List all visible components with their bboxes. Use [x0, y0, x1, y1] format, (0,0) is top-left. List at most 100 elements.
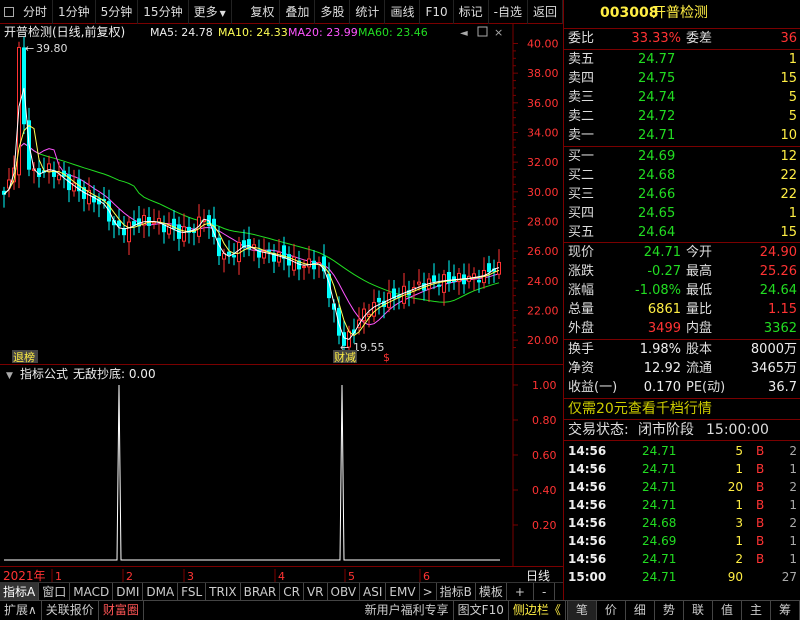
stat-label: 总量 [568, 302, 595, 317]
stat-label: 最低 [686, 283, 713, 298]
dollar-tag[interactable]: $ [383, 351, 390, 364]
stat-value: 8000万 [750, 342, 797, 357]
tab-more[interactable]: 更多 ▼ [189, 0, 232, 24]
multi-stock-button[interactable]: 多股 [315, 0, 351, 24]
overlay-button[interactable]: 叠加 [280, 0, 316, 24]
stock-header: 003008 开普检测 [564, 4, 800, 24]
candle-body [432, 275, 436, 282]
indicator-line [4, 384, 500, 561]
indicator-formula-label[interactable]: 指标公式 [20, 366, 68, 381]
candle-body [277, 251, 281, 263]
f10-button[interactable]: F10 [420, 0, 454, 24]
tab-fsl[interactable]: FSL [178, 583, 207, 600]
kline-chart[interactable]: 40.00 38.00 36.00 34.00 32.00 30.00 28.00 26.00… [0, 24, 563, 364]
tab-macd[interactable]: MACD [70, 583, 114, 600]
ask-row[interactable]: 卖二 24.72 5 [564, 108, 800, 126]
tab-intraday[interactable]: 分时 [18, 0, 54, 24]
chevron-left-icon[interactable]: ◄ [460, 28, 468, 39]
tick-time: 14:56 [568, 444, 607, 458]
y-tick-label: 34.00 [527, 126, 559, 139]
new-user-benefit-link[interactable]: 新用户福利专享 [361, 601, 454, 620]
panel-tab-detail[interactable]: 细 [626, 601, 655, 620]
tick-count: 2 [789, 516, 797, 530]
add-window-button[interactable]: + [507, 583, 534, 600]
expand-button[interactable]: 扩展∧ [0, 601, 42, 620]
stat-value: 1.15 [768, 302, 797, 317]
tick-volume: 90 [727, 570, 743, 584]
related-quotes-button[interactable]: 关联报价 [42, 601, 99, 620]
ask-row[interactable]: 卖一 24.71 10 [564, 127, 800, 145]
bid-label: 买一 [568, 149, 595, 164]
tab-window[interactable]: 窗口 [39, 583, 71, 600]
promo-link[interactable]: 仅需20元查看千档行情 [564, 400, 800, 418]
graphic-f10-button[interactable]: 图文F10 [454, 601, 509, 620]
back-button[interactable]: 返回 [528, 0, 563, 24]
tab-brar[interactable]: BRAR [241, 583, 281, 600]
stat-value: 24.64 [759, 283, 797, 298]
panel-tab-trend[interactable]: 势 [655, 601, 684, 620]
ma60-label: MA60: 23.46 [358, 26, 428, 39]
tab-emv[interactable]: EMV [386, 583, 420, 600]
tab-5min[interactable]: 5分钟 [96, 0, 139, 24]
tab-dmi[interactable]: DMI [113, 583, 144, 600]
tab-indicator-b[interactable]: 指标B [437, 583, 476, 600]
statistics-button[interactable]: 统计 [350, 0, 386, 24]
tab-vr[interactable]: VR [304, 583, 328, 600]
y-tick-label: 28.00 [527, 215, 559, 228]
tab-indicator-a[interactable]: 指标A [0, 583, 40, 600]
bid-price: 24.68 [638, 168, 676, 183]
y-tick-label: 1.00 [532, 379, 557, 392]
tab-trix[interactable]: TRIX [206, 583, 241, 600]
stat-value: 3465万 [750, 361, 797, 376]
panel-tab-price[interactable]: 价 [597, 601, 626, 620]
bid-row[interactable]: 买五 24.64 15 [564, 224, 800, 242]
tick-row: 14:56 24.68 3 B 2 [564, 514, 800, 532]
stat-row: 涨幅 -1.08% 最低 24.64 [564, 282, 800, 300]
tab-dma[interactable]: DMA [143, 583, 179, 600]
restore-rights-button[interactable]: 复权 [245, 0, 281, 24]
event-tag-mid[interactable]: 财减 [334, 350, 356, 364]
bid-row[interactable]: 买一 24.69 12 [564, 148, 800, 166]
panel-tab-value[interactable]: 值 [713, 601, 742, 620]
menu-square-icon[interactable] [4, 6, 14, 17]
tick-bs: B [756, 498, 765, 512]
tab-template[interactable]: 模板 [476, 583, 507, 600]
ask-row[interactable]: 卖三 24.74 5 [564, 89, 800, 107]
ask-volume: 5 [788, 90, 797, 105]
panel-tab-chips[interactable]: 筹 [771, 601, 800, 620]
wealth-circle-button[interactable]: 财富圈 [99, 601, 144, 620]
tab-1min[interactable]: 1分钟 [53, 0, 96, 24]
panel-tab-main[interactable]: 主 [742, 601, 771, 620]
tab-cr[interactable]: CR [280, 583, 304, 600]
tabs-scroll-right[interactable]: > [420, 583, 437, 600]
tick-time: 14:56 [568, 480, 607, 494]
remove-watchlist-button[interactable]: -自选 [489, 0, 528, 24]
tab-obv[interactable]: OBV [328, 583, 361, 600]
period-label[interactable]: 日线 [526, 569, 550, 583]
mma60-path [3, 142, 500, 303]
stat-row: 换手 1.98% 股本 8000万 [564, 341, 800, 359]
tab-15min[interactable]: 15分钟 [138, 0, 189, 24]
draw-line-button[interactable]: 画线 [385, 0, 421, 24]
bid-volume: 15 [780, 225, 797, 240]
ask-row[interactable]: 卖四 24.75 15 [564, 70, 800, 88]
mark-button[interactable]: 标记 [454, 0, 489, 24]
stat-label: 涨跌 [568, 264, 595, 279]
bid-row[interactable]: 买三 24.66 22 [564, 186, 800, 204]
chevron-down-icon: ▼ [219, 8, 226, 18]
event-tag-left[interactable]: 退榜 [13, 350, 35, 364]
sidebar-toggle[interactable]: 侧边栏《 [509, 601, 566, 620]
remove-window-button[interactable]: - [534, 583, 556, 600]
panel-tab-related[interactable]: 联 [684, 601, 713, 620]
indicator-chart[interactable]: 1.00 0.80 0.60 0.40 0.20 ▼ 指标公式 无敌抄底: 0.00 [0, 364, 563, 567]
bid-row[interactable]: 买二 24.68 22 [564, 167, 800, 185]
stat-row: 净资 12.92 流通 3465万 [564, 360, 800, 378]
panel-tab-ticks[interactable]: 笔 [567, 601, 597, 620]
collapse-triangle-icon[interactable]: ▼ [6, 371, 13, 381]
ask-row[interactable]: 卖五 24.77 1 [564, 51, 800, 69]
settings-square-icon[interactable] [477, 26, 488, 37]
quote-panel: 003008 开普检测 委比 33.33% 委差 36 卖五 24.77 1 卖… [563, 0, 800, 600]
close-icon[interactable]: × [494, 26, 503, 39]
tab-asi[interactable]: ASI [360, 583, 387, 600]
bid-row[interactable]: 买四 24.65 1 [564, 205, 800, 223]
